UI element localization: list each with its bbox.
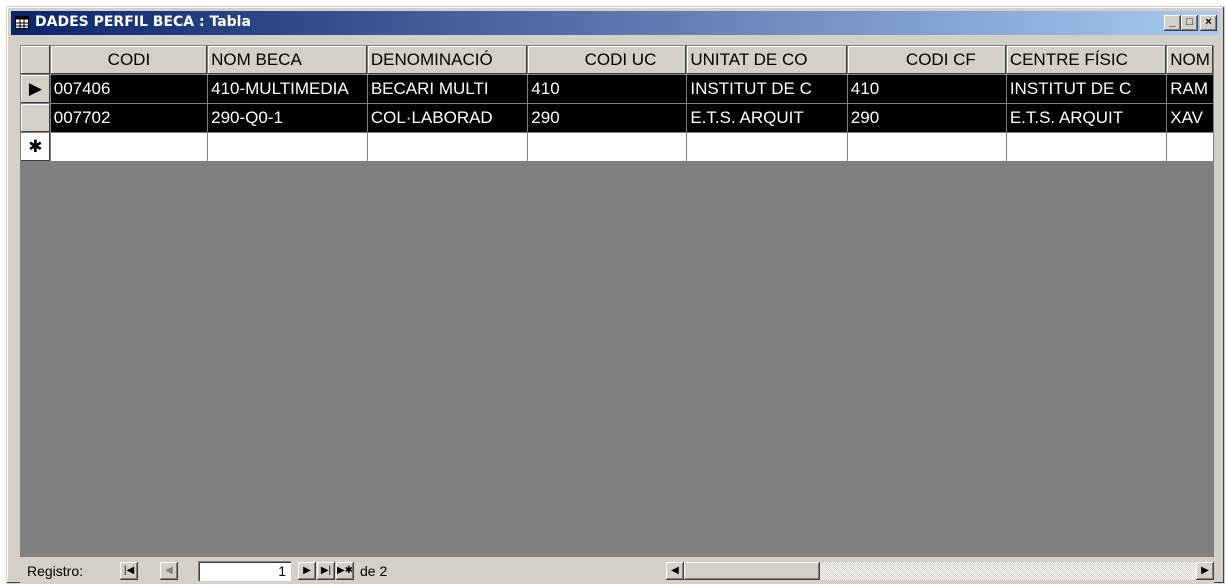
table-cell[interactable]: INSTITUT DE C	[1005, 74, 1168, 104]
table-cell[interactable]	[686, 132, 848, 162]
previous-record-button[interactable]: ◀	[160, 562, 178, 580]
column-header-codi-uc[interactable]: CODI UC	[527, 45, 688, 75]
record-navigation-bar: Registro: |◀ ◀ 1 ▶ ▶| ▶✱ de 2 ◀ ▶	[20, 559, 1214, 583]
record-selector[interactable]	[20, 103, 51, 133]
close-button[interactable]: ×	[1200, 15, 1217, 31]
minimize-button[interactable]: _	[1164, 15, 1181, 31]
table-cell[interactable]	[366, 132, 529, 162]
last-record-button[interactable]: ▶|	[317, 562, 335, 580]
window-title: DADES PERFIL BECA : Tabla	[35, 14, 251, 30]
table-cell[interactable]: COL·LABORAD	[366, 103, 529, 133]
column-header-unitat[interactable]: UNITAT DE CO	[686, 45, 848, 75]
column-header-denominacio[interactable]: DENOMINACIÓ	[366, 45, 529, 75]
table-cell[interactable]: INSTITUT DE C	[686, 74, 848, 104]
table-cell[interactable]: XAV	[1166, 103, 1214, 133]
column-header-nom[interactable]: NOM	[1166, 45, 1214, 75]
table-row[interactable]: ▶ 007406 410-MULTIMEDIA BECARI MULTI 410…	[20, 74, 1214, 104]
new-record-selector[interactable]: ✱	[20, 132, 51, 162]
new-record-button[interactable]: ▶✱	[336, 562, 354, 580]
record-count: de 2	[360, 563, 388, 579]
scroll-left-button[interactable]: ◀	[666, 562, 684, 580]
restore-button[interactable]: □	[1181, 15, 1198, 31]
table-cell[interactable]: 290-Q0-1	[207, 103, 368, 133]
record-number-input[interactable]: 1	[198, 561, 291, 581]
table-cell[interactable]: RAM	[1166, 74, 1214, 104]
table-cell[interactable]: E.T.S. ARQUIT	[1005, 103, 1168, 133]
table-cell[interactable]: E.T.S. ARQUIT	[686, 103, 848, 133]
title-bar[interactable]: DADES PERFIL BECA : Tabla _ □ ×	[11, 11, 1219, 35]
table-cell[interactable]: 410	[527, 74, 688, 104]
column-header-centre-fisic[interactable]: CENTRE FÍSIC	[1005, 45, 1168, 75]
first-record-button[interactable]: |◀	[120, 562, 138, 580]
table-cell[interactable]: BECARI MULTI	[366, 74, 529, 104]
table-icon	[15, 16, 29, 29]
table-cell[interactable]: 007406	[49, 74, 209, 104]
table-cell[interactable]: 007702	[49, 103, 209, 133]
table-cell[interactable]: 290	[527, 103, 688, 133]
horizontal-scrollbar[interactable]: ◀ ▶	[666, 562, 1214, 580]
table-cell[interactable]	[846, 132, 1007, 162]
datasheet-grid: CODI NOM BECA DENOMINACIÓ CODI UC UNITAT…	[20, 45, 1214, 557]
next-record-button[interactable]: ▶	[298, 562, 316, 580]
table-cell[interactable]	[527, 132, 688, 162]
column-header-codi-cf[interactable]: CODI CF	[846, 45, 1007, 75]
header-row: CODI NOM BECA DENOMINACIÓ CODI UC UNITAT…	[20, 45, 1214, 75]
table-cell[interactable]	[207, 132, 368, 162]
table-cell[interactable]	[49, 132, 209, 162]
scroll-right-button[interactable]: ▶	[1196, 562, 1214, 580]
new-record-row[interactable]: ✱	[20, 132, 1214, 162]
select-all-corner[interactable]	[20, 45, 51, 75]
table-cell[interactable]	[1005, 132, 1168, 162]
datasheet-window: DADES PERFIL BECA : Tabla _ □ × CODI NOM…	[6, 6, 1225, 584]
table-row[interactable]: 007702 290-Q0-1 COL·LABORAD 290 E.T.S. A…	[20, 103, 1214, 133]
record-label: Registro:	[27, 563, 84, 579]
table-cell[interactable]	[1166, 132, 1214, 162]
data-table: CODI NOM BECA DENOMINACIÓ CODI UC UNITAT…	[20, 45, 1214, 162]
table-cell[interactable]: 290	[846, 103, 1007, 133]
scroll-thumb[interactable]	[684, 562, 820, 580]
column-header-nom-beca[interactable]: NOM BECA	[207, 45, 368, 75]
table-cell[interactable]: 410-MULTIMEDIA	[207, 74, 368, 104]
column-header-codi[interactable]: CODI	[49, 45, 209, 75]
table-cell[interactable]: 410	[846, 74, 1007, 104]
current-record-selector[interactable]: ▶	[20, 74, 51, 104]
